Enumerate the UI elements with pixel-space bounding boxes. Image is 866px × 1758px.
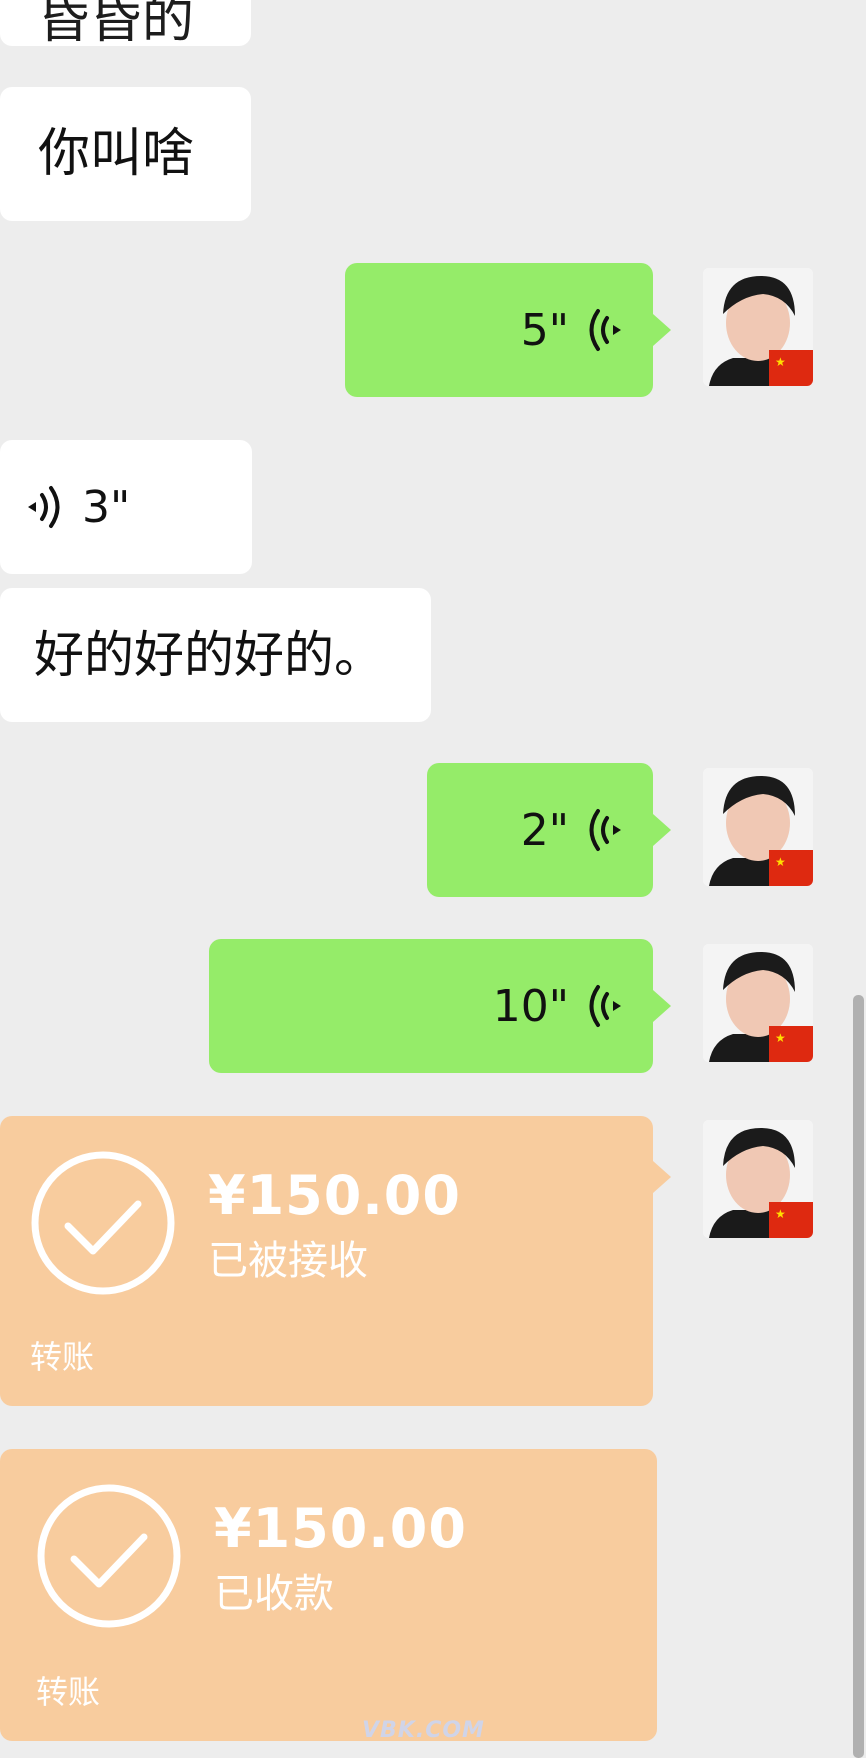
avatar[interactable]: ★	[703, 268, 813, 386]
scrollbar[interactable]	[853, 995, 864, 1758]
message-text: 好的好的好的。	[34, 626, 384, 684]
voice-wave-icon	[589, 809, 621, 851]
avatar-photo: ★	[703, 768, 813, 886]
transfer-amount: ¥150.00	[214, 1497, 467, 1560]
voice-wave-icon	[589, 985, 621, 1027]
voice-duration: 5"	[520, 304, 569, 356]
voice-message-outgoing[interactable]: 10"	[209, 939, 653, 1073]
message-bubble-incoming[interactable]: 你叫啥	[0, 87, 251, 221]
check-circle-icon	[37, 1484, 181, 1628]
voice-duration: 2"	[520, 804, 569, 856]
transfer-label: 转账	[36, 1673, 101, 1711]
transfer-amount: ¥150.00	[208, 1164, 461, 1227]
voice-wave-icon	[28, 486, 60, 528]
voice-message-incoming[interactable]: 3"	[0, 440, 252, 574]
voice-message-outgoing[interactable]: 5"	[345, 263, 653, 397]
message-text: 昏昏的	[38, 0, 195, 50]
avatar-photo: ★	[703, 268, 813, 386]
transfer-status: 已被接收	[208, 1238, 368, 1284]
avatar[interactable]: ★	[703, 944, 813, 1062]
transfer-label: 转账	[30, 1338, 95, 1376]
transfer-status: 已收款	[214, 1571, 334, 1617]
voice-message-outgoing[interactable]: 2"	[427, 763, 653, 897]
voice-duration: 10"	[492, 980, 569, 1032]
svg-text:★: ★	[775, 1031, 786, 1045]
transfer-bubble[interactable]: ¥150.00 已收款 转账	[0, 1449, 657, 1741]
avatar[interactable]: ★	[703, 768, 813, 886]
avatar-photo: ★	[703, 944, 813, 1062]
message-text: 你叫啥	[38, 124, 195, 184]
avatar[interactable]: ★	[703, 1120, 813, 1238]
message-bubble-incoming[interactable]: 好的好的好的。	[0, 588, 431, 722]
svg-text:★: ★	[775, 855, 786, 869]
watermark: VBK.COM	[362, 1718, 485, 1743]
transfer-bubble[interactable]: ¥150.00 已被接收 转账	[0, 1116, 671, 1406]
voice-duration: 3"	[82, 481, 131, 533]
voice-wave-icon	[589, 309, 621, 351]
svg-text:★: ★	[775, 1207, 786, 1221]
avatar-photo: ★	[703, 1120, 813, 1238]
svg-text:★: ★	[775, 355, 786, 369]
check-circle-icon	[31, 1151, 175, 1295]
message-bubble-partial[interactable]: 昏昏的	[0, 0, 251, 46]
